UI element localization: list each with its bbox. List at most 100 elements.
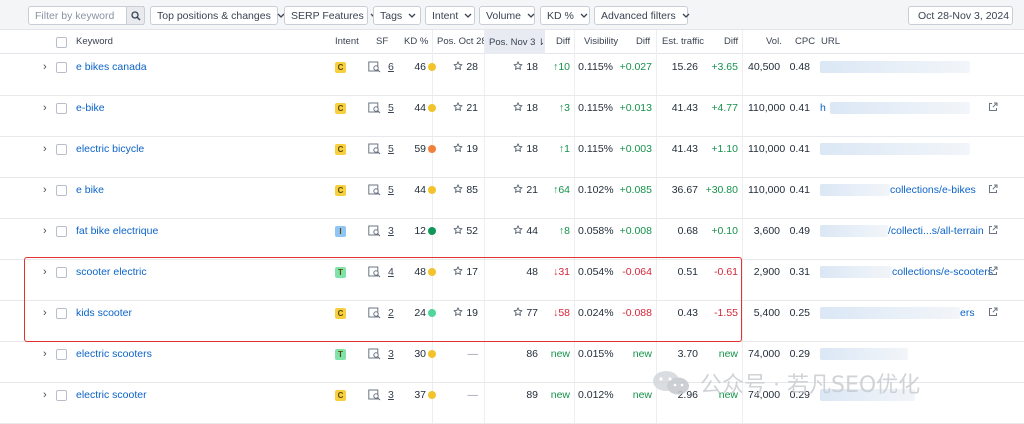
expand-row-chevron[interactable]: › — [43, 301, 47, 341]
volume-dropdown[interactable]: Volume — [479, 6, 535, 25]
sf-count[interactable]: 5 — [388, 178, 394, 218]
intent-dropdown[interactable]: Intent — [425, 6, 475, 25]
expand-row-chevron[interactable]: › — [43, 342, 47, 382]
row-checkbox[interactable] — [56, 185, 67, 196]
serp-features-icon[interactable] — [368, 348, 381, 362]
serp-features-dropdown[interactable]: SERP Features — [284, 6, 378, 25]
serp-features-icon[interactable] — [368, 307, 381, 321]
sf-count[interactable]: 3 — [388, 383, 394, 423]
serp-features-icon[interactable] — [368, 225, 381, 239]
visibility-diff: new — [632, 348, 652, 360]
row-checkbox[interactable] — [56, 103, 67, 114]
expand-row-chevron[interactable]: › — [43, 178, 47, 218]
serp-features-icon[interactable] — [368, 102, 381, 116]
row-checkbox[interactable] — [56, 390, 67, 401]
keyword-link[interactable]: fat bike electrique — [76, 219, 158, 259]
visibility-diff: +0.085 — [619, 184, 652, 196]
keyword-link[interactable]: scooter electric — [76, 260, 147, 300]
kd-value: 48 — [414, 266, 426, 278]
url-link[interactable]: collections/e-bikescollections/e-bikes — [820, 178, 992, 218]
url-link[interactable]: collections/e-scooterscollections/e-scoo… — [820, 260, 993, 300]
keyword-link[interactable]: electric bicycle — [76, 137, 144, 177]
position-current: 18 — [500, 55, 538, 95]
position-current: 86 — [500, 342, 538, 382]
search-button[interactable] — [126, 6, 145, 25]
url-link[interactable]: ersers — [820, 301, 992, 341]
col-cpc[interactable]: CPC — [795, 30, 815, 54]
external-link-icon[interactable] — [988, 225, 998, 237]
external-link-icon[interactable] — [988, 307, 998, 319]
expand-row-chevron[interactable]: › — [43, 55, 47, 95]
col-pos-prev[interactable]: Pos. Oct 28 — [437, 30, 487, 54]
traffic-value: 0.68 — [677, 225, 698, 237]
expand-row-chevron[interactable]: › — [43, 260, 47, 300]
position-diff: ↑64 — [553, 184, 570, 196]
external-link-icon[interactable] — [988, 266, 998, 278]
visibility-value: 0.058% — [578, 225, 614, 237]
cpc-value: 0.25 — [789, 307, 810, 319]
url-link[interactable] — [820, 55, 992, 95]
keyword-link[interactable]: electric scooters — [76, 342, 152, 382]
search-icon — [130, 10, 140, 20]
url-link[interactable]: /collecti...s/all-terrain/collecti...s/a… — [820, 219, 992, 259]
col-volume[interactable]: Vol. — [766, 30, 782, 54]
keyword-link[interactable]: electric scooter — [76, 383, 147, 423]
sf-count[interactable]: 5 — [388, 137, 394, 177]
position-diff-value: 64 — [558, 184, 570, 196]
col-intent[interactable]: Intent — [335, 30, 359, 54]
row-checkbox[interactable] — [56, 226, 67, 237]
external-link-icon[interactable] — [988, 102, 998, 114]
col-diff-traffic[interactable]: Diff — [724, 30, 738, 54]
position-previous-value: 28 — [466, 61, 478, 73]
serp-features-icon[interactable] — [368, 389, 381, 403]
keyword-link[interactable]: e bike — [76, 178, 104, 218]
col-traffic[interactable]: Est. traffic — [662, 30, 704, 54]
position-current-value: 48 — [526, 266, 538, 278]
external-link-icon[interactable] — [988, 184, 998, 196]
tags-dropdown[interactable]: Tags — [373, 6, 421, 25]
keyword-link[interactable]: e bikes canada — [76, 55, 147, 95]
kd-dropdown[interactable]: KD % — [540, 6, 590, 25]
expand-row-chevron[interactable]: › — [43, 383, 47, 423]
date-range-button[interactable]: Oct 28-Nov 3, 2024 — [908, 6, 1013, 25]
keyword-link[interactable]: kids scooter — [76, 301, 132, 341]
expand-row-chevron[interactable]: › — [43, 137, 47, 177]
row-checkbox[interactable] — [56, 144, 67, 155]
traffic-value: 36.67 — [671, 184, 698, 196]
col-diff[interactable]: Diff — [556, 30, 570, 54]
serp-features-icon[interactable] — [368, 61, 381, 75]
select-all-checkbox[interactable] — [56, 37, 67, 48]
sf-count[interactable]: 4 — [388, 260, 394, 300]
row-checkbox[interactable] — [56, 349, 67, 360]
url-link[interactable]: h — [820, 96, 992, 136]
sf-count[interactable]: 6 — [388, 55, 394, 95]
sf-count[interactable]: 5 — [388, 96, 394, 136]
chevron-down-icon — [271, 13, 285, 18]
col-kd[interactable]: KD % — [404, 30, 428, 54]
serp-features-icon[interactable] — [368, 143, 381, 157]
intent-badge: C — [335, 103, 346, 114]
url-link[interactable] — [820, 137, 992, 177]
url-redacted — [820, 143, 970, 156]
expand-row-chevron[interactable]: › — [43, 219, 47, 259]
row-checkbox[interactable] — [56, 308, 67, 319]
expand-row-chevron[interactable]: › — [43, 96, 47, 136]
col-url[interactable]: URL — [821, 30, 840, 54]
row-checkbox[interactable] — [56, 62, 67, 73]
col-pos-curr[interactable]: Pos. Nov 3 ⇂ — [485, 30, 545, 54]
positions-filter-dropdown[interactable]: Top positions & changes — [150, 6, 285, 25]
sf-count[interactable]: 2 — [388, 301, 394, 341]
row-checkbox[interactable] — [56, 267, 67, 278]
serp-features-icon[interactable] — [368, 266, 381, 280]
col-diff-visibility[interactable]: Diff — [636, 30, 650, 54]
serp-features-icon[interactable] — [368, 184, 381, 198]
keyword-link[interactable]: e-bike — [76, 96, 105, 136]
url-redacted — [829, 102, 970, 115]
col-sf[interactable]: SF — [376, 30, 388, 54]
advanced-filters-dropdown[interactable]: Advanced filters — [594, 6, 690, 25]
sf-count[interactable]: 3 — [388, 342, 394, 382]
volume-value: 110,000 — [748, 102, 786, 114]
sf-count[interactable]: 3 — [388, 219, 394, 259]
col-visibility[interactable]: Visibility — [584, 30, 618, 54]
col-keyword[interactable]: Keyword — [76, 30, 113, 54]
